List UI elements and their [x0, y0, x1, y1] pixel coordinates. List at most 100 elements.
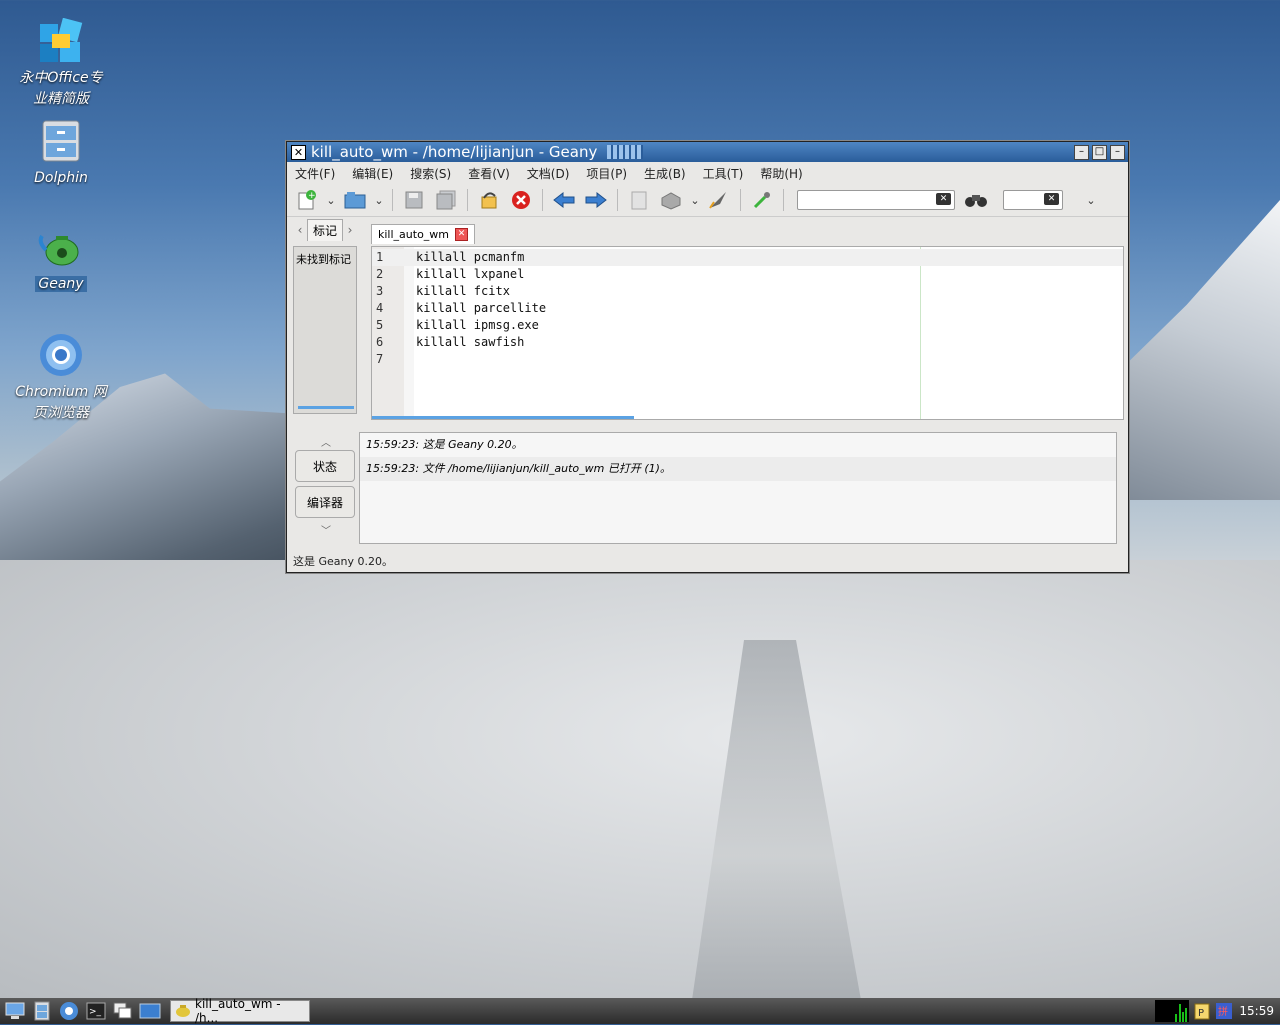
message-row: 15:59:23: 文件 /home/lijianjun/kill_auto_w… [360, 457, 1116, 481]
chevron-left-icon[interactable]: ‹ [293, 223, 307, 237]
editor-line[interactable]: 3 killall fcitx [372, 283, 1123, 300]
window-menu-icon[interactable]: ✕ [291, 144, 306, 160]
window-switcher-icon[interactable] [111, 1000, 135, 1022]
menu-tools[interactable]: 工具(T) [703, 165, 744, 182]
clear-goto-icon[interactable]: ✕ [1044, 193, 1059, 205]
maximize-button[interactable]: □ [1092, 145, 1107, 160]
wallpaper-mountain-right [1110, 200, 1280, 500]
chromium-icon[interactable] [57, 1000, 81, 1022]
toolbar-separator [740, 189, 741, 211]
chevron-down-icon[interactable]: ﹀ [295, 522, 357, 537]
system-tray: P 拼 15:59 [1155, 998, 1280, 1024]
desktop-icon-label: 业精简版 [33, 91, 89, 107]
compile-icon[interactable] [625, 187, 653, 213]
new-file-icon[interactable]: + [293, 187, 321, 213]
menu-build[interactable]: 生成(B) [644, 165, 686, 182]
close-file-icon[interactable] [507, 187, 535, 213]
line-code: killall parcellite [416, 301, 547, 315]
editor-line[interactable]: 2 killall lxpanel [372, 266, 1123, 283]
message-tabs: ︿ 状态 编译器 ﹀ [295, 434, 357, 546]
save-all-icon[interactable] [432, 187, 460, 213]
editor-line[interactable]: 7 [372, 351, 1123, 368]
file-manager-icon[interactable] [30, 1000, 54, 1022]
menu-view[interactable]: 查看(V) [468, 165, 510, 182]
open-file-icon[interactable] [341, 187, 369, 213]
cpu-monitor[interactable] [1155, 1000, 1190, 1022]
build-icon[interactable] [657, 187, 685, 213]
line-number: 7 [376, 352, 384, 366]
chevron-right-icon[interactable]: › [343, 223, 357, 237]
editor-line[interactable]: 1 killall pcmanfm [372, 249, 1123, 266]
chromium-icon [38, 332, 84, 378]
svg-text:+: + [308, 191, 316, 201]
input-method-icon[interactable]: 拼 [1215, 1002, 1233, 1020]
line-code: killall fcitx [416, 284, 510, 298]
menu-file[interactable]: 文件(F) [295, 165, 335, 182]
symbols-panel: 未找到标记 [293, 246, 357, 414]
line-number: 6 [376, 335, 384, 349]
save-icon[interactable] [400, 187, 428, 213]
toolbar: + ⌄ ⌄ ⌄ ✕ ✕ ⌄ [287, 184, 1128, 217]
clear-search-icon[interactable]: ✕ [936, 193, 951, 205]
editor-line[interactable]: 6 killall sawfish [372, 334, 1123, 351]
taskbar-window-label: kill_auto_wm - /h... [195, 997, 281, 1025]
binoculars-icon[interactable] [959, 187, 993, 213]
line-code: killall ipmsg.exe [416, 318, 539, 332]
clock[interactable]: 15:59 [1239, 1004, 1274, 1018]
menu-search[interactable]: 搜索(S) [410, 165, 451, 182]
desktop-icon-yozo-office[interactable]: 永中Office专 业精简版 [6, 18, 116, 110]
chevron-down-icon[interactable]: ⌄ [325, 187, 337, 213]
tab-symbols[interactable]: 标记 [307, 219, 344, 241]
menu-help[interactable]: 帮助(H) [760, 165, 802, 182]
menu-project[interactable]: 项目(P) [586, 165, 627, 182]
editor-line[interactable]: 5 killall ipmsg.exe [372, 317, 1123, 334]
message-row: 15:59:23: 这是 Geany 0.20。 [366, 438, 523, 451]
teapot-icon [175, 1002, 191, 1021]
revert-icon[interactable] [475, 187, 503, 213]
run-icon[interactable] [705, 187, 733, 213]
editor-line[interactable]: 4 killall parcellite [372, 300, 1123, 317]
menu-document[interactable]: 文档(D) [527, 165, 570, 182]
close-button[interactable]: – [1110, 145, 1125, 160]
toolbar-separator [617, 189, 618, 211]
workspace-icon[interactable] [138, 1000, 162, 1022]
desktop-icon-geany[interactable]: Geany [6, 224, 116, 295]
code-editor[interactable]: 1 killall pcmanfm 2 killall lxpanel 3 killa… [371, 246, 1124, 420]
window-title: kill_auto_wm - /home/lijianjun - Geany [311, 143, 598, 161]
goto-line-input[interactable]: ✕ [1003, 190, 1063, 210]
desktop-icon-label: Dolphin [34, 170, 88, 186]
sidebar: ‹ 标记 › 未找到标记 [293, 218, 360, 418]
close-tab-icon[interactable]: ✕ [455, 228, 469, 241]
editor-tab-label: kill_auto_wm [378, 228, 450, 241]
desktop-icon-dolphin[interactable]: Dolphin [6, 118, 116, 189]
wallpaper-snowfield [0, 560, 1280, 1000]
chevron-up-icon[interactable]: ︿ [295, 434, 357, 449]
terminal-icon[interactable]: >_ [84, 1000, 108, 1022]
tab-status[interactable]: 状态 [295, 450, 355, 482]
svg-text:P: P [1198, 1008, 1204, 1019]
toolbar-separator [467, 189, 468, 211]
file-cabinet-icon [38, 118, 84, 164]
chevron-down-icon[interactable]: ⌄ [373, 187, 385, 213]
minimize-button[interactable]: – [1074, 145, 1089, 160]
tab-kill-auto-wm[interactable]: kill_auto_wm ✕ [371, 224, 476, 244]
toolbar-overflow-chevron-icon[interactable]: ⌄ [1085, 187, 1097, 213]
geany-window: ✕ kill_auto_wm - /home/lijianjun - Geany… [286, 141, 1129, 573]
back-arrow-icon[interactable] [550, 187, 578, 213]
color-picker-icon[interactable] [748, 187, 776, 213]
forward-arrow-icon[interactable] [582, 187, 610, 213]
line-number: 2 [376, 267, 384, 281]
search-input[interactable]: ✕ [797, 190, 955, 210]
line-number: 1 [376, 250, 384, 264]
line-code: killall sawfish [416, 335, 525, 349]
desktop-icon-chromium[interactable]: Chromium 网 页浏览器 [6, 332, 116, 424]
taskbar-window-geany[interactable]: kill_auto_wm - /h... [170, 997, 310, 1025]
clipboard-icon[interactable]: P [1193, 1002, 1211, 1020]
tab-compiler[interactable]: 编译器 [295, 486, 355, 518]
show-desktop-icon[interactable] [3, 1000, 27, 1022]
menu-edit[interactable]: 编辑(E) [352, 165, 393, 182]
title-bar[interactable]: ✕ kill_auto_wm - /home/lijianjun - Geany… [287, 142, 1128, 162]
chevron-down-icon[interactable]: ⌄ [689, 187, 701, 213]
menu-bar: 文件(F) 编辑(E) 搜索(S) 查看(V) 文档(D) 项目(P) 生成(B… [287, 162, 1128, 184]
line-number: 3 [376, 284, 384, 298]
